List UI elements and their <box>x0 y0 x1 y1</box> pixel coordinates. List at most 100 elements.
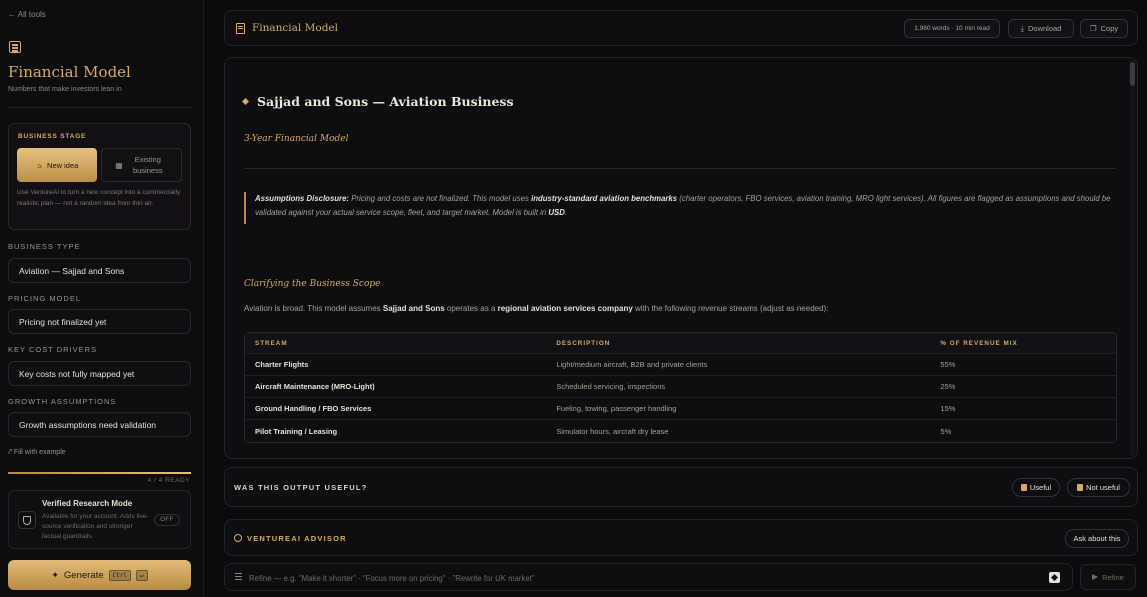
assumption-text-3: . <box>564 208 568 217</box>
useful-label: Useful <box>1029 483 1052 492</box>
copy-label: Copy <box>1100 24 1119 33</box>
table-cell: Simulator hours, aircraft dry lease <box>556 426 669 436</box>
generate-button[interactable]: ✦ Generate Ctrl ↵ <box>8 560 191 590</box>
copy-button[interactable]: ❐ Copy <box>1080 19 1128 38</box>
download-button[interactable]: ⤓ Download <box>1008 19 1074 38</box>
sparkle-icon: ✦ <box>51 569 59 580</box>
sidebar: ← All tools Financial Model Numbers that… <box>0 0 204 597</box>
ctrl-key-hint: Ctrl <box>108 569 131 581</box>
table-row: Ground Handling / FBO Services Fueling, … <box>245 398 1116 420</box>
chat-bubble-icon <box>234 534 242 542</box>
fill-with-example-link[interactable]: ⤤ Fill with example <box>8 449 66 457</box>
assumptions-disclosure: Assumptions Disclosure: Pricing and cost… <box>244 192 1116 224</box>
scope-bold-1: Sajjad and Sons <box>382 304 445 313</box>
sliders-icon <box>235 573 242 580</box>
pricing-model-label: PRICING MODEL <box>8 294 82 303</box>
readiness-progress-fill <box>8 472 191 474</box>
table-header-cell: % OF REVENUE MIX <box>940 339 1018 347</box>
wand-icon: ⤤ <box>8 449 12 456</box>
verified-research-toggle[interactable]: OFF <box>154 514 180 526</box>
table-cell: 55% <box>940 360 956 369</box>
existing-business-button[interactable]: ▦ Existing business <box>101 148 182 182</box>
table-cell: 15% <box>940 404 956 413</box>
not-useful-label: Not useful <box>1086 483 1120 492</box>
feedback-bar: WAS THIS OUTPUT USEFUL? Useful Not usefu… <box>224 467 1138 507</box>
enter-key-hint: ↵ <box>136 569 148 581</box>
lightbulb-icon: ☼ <box>35 160 44 170</box>
quick-action-icon[interactable] <box>1049 572 1060 583</box>
tool-subtitle: Numbers that make investors lean in <box>8 86 122 93</box>
table-row: Charter Flights Light/medium aircraft, B… <box>245 354 1116 376</box>
refine-button[interactable]: Refine <box>1080 564 1136 590</box>
document-panel[interactable]: Sajjad and Sons — Aviation Business 3-Ye… <box>224 57 1138 459</box>
diamond-icon <box>241 97 250 106</box>
table-cell: Ground Handling / FBO Services <box>255 404 372 413</box>
shield-icon <box>18 511 36 529</box>
existing-business-label: Existing business <box>132 155 163 175</box>
table-cell: Scheduled servicing, inspections <box>556 382 666 391</box>
feedback-question: WAS THIS OUTPUT USEFUL? <box>234 483 368 492</box>
not-useful-button[interactable]: Not useful <box>1067 478 1130 497</box>
advisor-title: VENTUREAI ADVISOR <box>247 534 347 543</box>
output-title: Financial Model <box>252 22 338 34</box>
calculator-icon <box>9 41 21 53</box>
scrollbar-thumb[interactable] <box>1130 62 1135 86</box>
send-icon <box>1092 574 1099 580</box>
all-tools-link[interactable]: ← All tools <box>8 10 46 19</box>
growth-assumptions-label: GROWTH ASSUMPTIONS <box>8 397 117 406</box>
business-type-field[interactable]: Aviation — Sajjad and Sons <box>8 258 191 283</box>
readiness-progress-text: 4 / 4 READY <box>147 477 190 484</box>
assumption-bold-1: industry-standard aviation benchmarks <box>531 194 678 203</box>
new-idea-button[interactable]: ☼ New idea <box>17 148 97 182</box>
scope-paragraph: Aviation is broad. This model assumes Sa… <box>244 304 828 313</box>
table-header-cell: STREAM <box>255 339 288 347</box>
ask-about-this-button[interactable]: Ask about this <box>1065 529 1129 548</box>
table-cell: Pilot Training / Leasing <box>255 426 338 436</box>
new-idea-label: New idea <box>47 160 79 170</box>
word-count-badge: 1,980 words · 10 min read <box>904 19 1000 38</box>
tool-title: Financial Model <box>8 63 131 81</box>
download-icon: ⤓ <box>1020 23 1024 33</box>
divider <box>244 168 1116 169</box>
table-cell: Aircraft Maintenance (MRO-Light) <box>255 382 375 391</box>
growth-assumptions-field[interactable]: Growth assumptions need validation <box>8 412 191 437</box>
document-icon <box>236 23 245 34</box>
stage-description: Use VentureAI to turn a new concept into… <box>17 189 181 207</box>
table-row: Aircraft Maintenance (MRO-Light) Schedul… <box>245 376 1116 398</box>
advisor-bar: VENTUREAI ADVISOR Ask about this <box>224 519 1138 556</box>
scope-bold-2: regional aviation services company <box>497 304 633 313</box>
assumptions-label: Assumptions Disclosure: <box>255 194 350 203</box>
table-cell: 5% <box>940 426 952 436</box>
table-header-cell: DESCRIPTION <box>556 339 611 347</box>
useful-button[interactable]: Useful <box>1012 478 1060 497</box>
building-icon: ▦ <box>115 160 123 170</box>
download-label: Download <box>1027 24 1062 33</box>
key-cost-drivers-field[interactable]: Key costs not fully mapped yet <box>8 361 191 386</box>
verified-research-box: Verified Research Mode Available for you… <box>8 490 191 549</box>
assumption-bold-2: USD <box>548 208 565 217</box>
output-header: Financial Model 1,980 words · 10 min rea… <box>224 10 1138 46</box>
business-stage-box: BUSINESS STAGE ☼ New idea ▦ Existing bus… <box>8 123 191 230</box>
fill-example-label: Fill with example <box>13 449 66 456</box>
thumbs-down-icon <box>1077 484 1084 491</box>
table-cell: Fueling, towing, passenger handling <box>556 404 677 413</box>
readiness-progress-bar <box>8 472 191 474</box>
pricing-model-field[interactable]: Pricing not finalized yet <box>8 309 191 334</box>
revenue-streams-table: STREAM DESCRIPTION % OF REVENUE MIX Char… <box>244 332 1117 443</box>
refine-bar <box>224 563 1073 591</box>
table-cell: Light/medium aircraft, B2B and private c… <box>556 360 708 369</box>
scope-text-1: Aviation is broad. This model assumes <box>244 304 383 313</box>
key-cost-drivers-label: KEY COST DRIVERS <box>8 345 98 354</box>
table-cell: 25% <box>940 382 956 391</box>
scope-text-2: operates as a <box>444 304 498 313</box>
document-subheading: 3-Year Financial Model <box>244 134 349 144</box>
document-heading: Sajjad and Sons — Aviation Business <box>241 94 514 109</box>
document-scrollbar[interactable] <box>1130 60 1135 456</box>
document-heading-text: Sajjad and Sons — Aviation Business <box>257 94 514 109</box>
verified-research-description: Available for your account. Adds live-so… <box>42 513 149 540</box>
scope-heading: Clarifying the Business Scope <box>244 279 381 289</box>
refine-input[interactable] <box>249 570 1039 586</box>
table-row: Pilot Training / Leasing Simulator hours… <box>245 420 1116 442</box>
scope-text-3: with the following revenue streams (adju… <box>632 304 829 313</box>
verified-research-title: Verified Research Mode <box>42 499 133 508</box>
